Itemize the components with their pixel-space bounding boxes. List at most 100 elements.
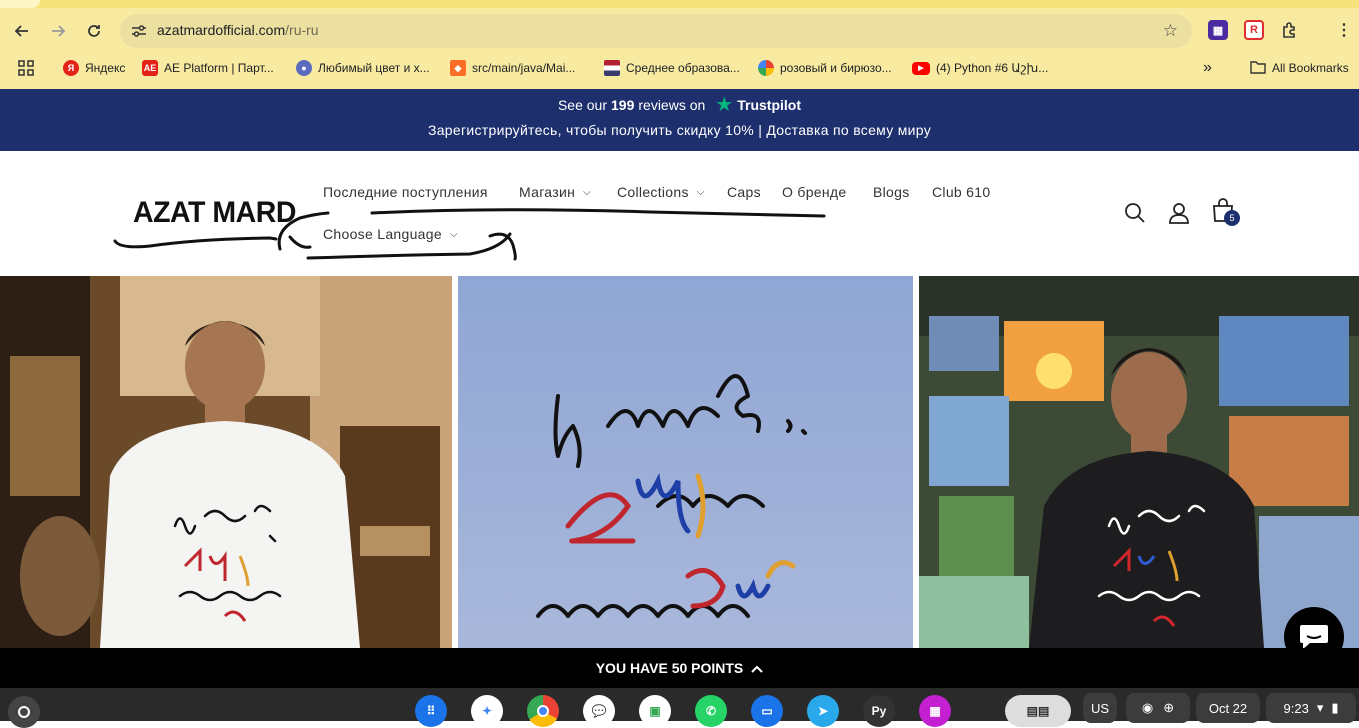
bookmarks-overflow-icon[interactable]: » [1203, 59, 1212, 77]
promo-text[interactable]: Зарегистрируйтесь, чтобы получить скидку… [0, 122, 1359, 138]
gallery-icon[interactable]: ▦ [919, 695, 951, 727]
back-icon[interactable] [9, 18, 35, 44]
hero-image-design-closeup[interactable] [458, 276, 913, 648]
chevron-down-icon: ⌵ [696, 186, 705, 198]
nav-label: Последние поступления [323, 184, 488, 200]
pycharm-label: Py [871, 704, 887, 718]
meet-icon[interactable]: ▣ [639, 695, 671, 727]
pycharm-icon[interactable]: Py [863, 695, 895, 727]
quick-actions[interactable]: ◉ ⊕ [1126, 693, 1190, 723]
nav-label: Collections [617, 184, 689, 200]
points-label: YOU HAVE 50 POINTS [595, 660, 744, 676]
nav-collections[interactable]: Collections ⌵ [617, 184, 705, 200]
url-host: azatmardofficial.com [157, 22, 286, 38]
tote-icon: ◉ [1141, 700, 1154, 715]
marker-annotation [113, 208, 826, 261]
announcement-bar: See our 199 reviews on ★ Trustpilot Заре… [0, 89, 1359, 151]
all-bookmarks[interactable]: All Bookmarks [1250, 59, 1349, 77]
reload-icon[interactable] [81, 18, 107, 44]
chevron-down-icon: ⌵ [583, 186, 591, 198]
bookmark-item[interactable]: розовый и бирюзо... [758, 59, 892, 77]
all-bookmarks-label: All Bookmarks [1272, 61, 1349, 75]
avatar-icon: ● [296, 60, 312, 76]
chevron-up-icon [751, 660, 763, 676]
us-flag-icon [604, 60, 620, 76]
hero-image-white-tshirt[interactable] [0, 276, 452, 648]
active-tab[interactable] [0, 0, 40, 8]
nav-club-610[interactable]: Club 610 [932, 184, 990, 200]
nav-label: Магазин [519, 184, 576, 200]
nav-shop[interactable]: Магазин ⌵ [519, 184, 591, 200]
loyalty-points-bar[interactable]: YOU HAVE 50 POINTS [0, 648, 1359, 688]
extension-icon[interactable]: ▦ [1208, 20, 1228, 40]
yandex-icon: Я [63, 60, 79, 76]
bookmark-item[interactable]: ▶ (4) Python #6 Աշխ... [912, 59, 1048, 77]
nav-label: Caps [727, 184, 761, 200]
apps-grid-icon[interactable] [18, 59, 34, 77]
reviews-count: 199 [611, 96, 635, 113]
bookmark-star-icon[interactable]: ☆ [1163, 21, 1178, 41]
site-settings-icon[interactable] [130, 22, 148, 40]
kebab-menu-icon[interactable]: ⋮ [1334, 20, 1354, 40]
forward-icon[interactable] [45, 18, 71, 44]
url-path: /ru-ru [285, 22, 319, 38]
bookmark-item[interactable]: ◆ src/main/java/Mai... [450, 59, 575, 77]
google-icon [758, 60, 774, 76]
trustpilot-star-icon: ★ [715, 94, 734, 116]
tab-strip [0, 0, 1359, 8]
battery-icon: ▮ [1331, 700, 1339, 715]
bookmarks-bar: Я Яндекс AE AE Platform | Парт... ● Любимый… [0, 56, 1359, 80]
nav-label: Blogs [873, 184, 910, 200]
date-display[interactable]: Oct 22 [1196, 693, 1260, 723]
site-header: AZAT MARD Последние поступления Магазин ⌵… [0, 151, 1359, 276]
status-area[interactable]: 9:23 ▾ ▮ [1266, 693, 1356, 723]
bookmark-item[interactable]: Среднее образова... [604, 59, 740, 77]
puzzle-extensions-icon[interactable] [1280, 20, 1300, 40]
hero-photo [919, 276, 1359, 648]
hero-image-black-tshirt[interactable] [919, 276, 1359, 648]
wifi-icon: ▾ [1316, 700, 1324, 715]
bookmark-label: Среднее образова... [626, 61, 740, 75]
nav-label: Club 610 [932, 184, 991, 200]
files-icon[interactable]: ▭ [751, 695, 783, 727]
ae-platform-icon: AE [142, 60, 158, 76]
whatsapp-icon[interactable]: ✆ [695, 695, 727, 727]
chat-bubble-icon [1300, 625, 1328, 649]
app-launcher-grid-icon[interactable]: ⠿ [415, 695, 447, 727]
account-icon[interactable] [1166, 200, 1192, 226]
telegram-icon[interactable]: ➤ [807, 695, 839, 727]
folder-icon [1250, 60, 1266, 77]
trustpilot-reviews[interactable]: See our 199 reviews on ★ Trustpilot [0, 92, 1359, 117]
trustpilot-label: Trustpilot [737, 96, 802, 113]
nav-caps[interactable]: Caps [727, 184, 761, 200]
reviews-suffix: reviews on [638, 96, 706, 113]
hero-photo [0, 276, 452, 648]
address-bar[interactable]: azatmardofficial.com/ru-ru ☆ [120, 14, 1192, 48]
gemini-icon[interactable]: ✦ [471, 695, 503, 727]
bookmark-item[interactable]: Я Яндекс [63, 59, 125, 77]
bookmark-item[interactable]: ● Любимый цвет и х... [296, 59, 430, 77]
nav-new-arrivals[interactable]: Последние поступления [323, 184, 488, 200]
bookmark-item[interactable]: AE AE Platform | Парт... [142, 59, 274, 77]
recent-screenshots[interactable]: ▤▤ [1005, 695, 1071, 727]
bookmark-label: Яндекс [85, 61, 126, 75]
chrome-icon[interactable] [527, 695, 559, 727]
bookmark-label: розовый и бирюзо... [780, 61, 892, 75]
url-text[interactable]: azatmardofficial.com/ru-ru [157, 22, 319, 38]
bookmark-label: src/main/java/Mai... [472, 61, 576, 75]
messages-icon[interactable]: 💬 [583, 695, 615, 727]
nav-about[interactable]: О бренде [782, 184, 846, 200]
nav-label: О бренде [782, 184, 847, 200]
launcher-icon[interactable] [8, 696, 40, 728]
search-icon[interactable] [1122, 200, 1148, 226]
extension-icon[interactable]: R [1244, 20, 1264, 40]
nav-blogs[interactable]: Blogs [873, 184, 910, 200]
keyboard-layout[interactable]: US [1083, 693, 1117, 723]
bookmark-label: (4) Python #6 Աշխ... [936, 61, 1049, 75]
gitlab-icon: ◆ [450, 60, 466, 76]
browser-chrome: azatmardofficial.com/ru-ru ☆ ▦ R ⋮ Я Янде… [0, 0, 1359, 89]
os-taskbar: ⠿ ✦ 💬 ▣ ✆ ▭ ➤ Py ▦ ▤▤ US ◉ ⊕ Oct 22 9:23 … [0, 688, 1359, 728]
time-label: 9:23 [1283, 700, 1309, 716]
date-label: Oct 22 [1208, 700, 1248, 716]
cart-count-badge: 5 [1224, 210, 1240, 226]
